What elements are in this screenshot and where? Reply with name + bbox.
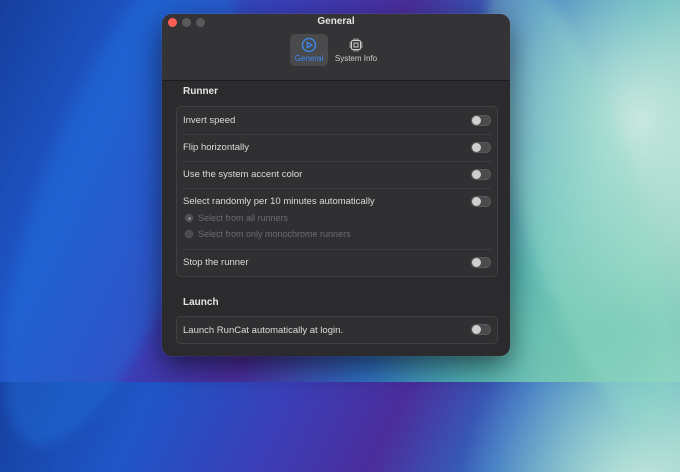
launch-settings-group: Launch RunCat automatically at login.: [176, 316, 498, 344]
radio-monochrome-runners-label: Select from only monochrome runners: [198, 229, 351, 239]
radio-all-runners-label: Select from all runners: [198, 213, 289, 223]
accent-color-label: Use the system accent color: [183, 169, 303, 180]
stop-runner-row: Stop the runner: [177, 249, 497, 276]
tab-system-info[interactable]: System Info: [333, 34, 379, 66]
accent-color-row: Use the system accent color: [177, 161, 497, 188]
runner-settings-group: Invert speed Flip horizontally Use the s…: [176, 106, 498, 277]
launch-at-login-label: Launch RunCat automatically at login.: [183, 325, 344, 336]
tab-general[interactable]: General: [290, 34, 328, 66]
flip-horizontally-toggle[interactable]: [471, 142, 491, 153]
settings-window: General General System Info Runner Inver…: [162, 14, 510, 356]
accent-color-toggle[interactable]: [471, 169, 491, 180]
runner-section-title: Runner: [183, 86, 218, 97]
stop-runner-label: Stop the runner: [183, 257, 249, 268]
random-runner-toggle[interactable]: [471, 196, 491, 207]
tab-general-label: General: [294, 54, 324, 63]
random-runner-row: Select randomly per 10 minutes automatic…: [177, 188, 497, 248]
window-toolbar: General General System Info: [162, 14, 510, 81]
random-runner-label: Select randomly per 10 minutes automatic…: [183, 196, 375, 207]
flip-horizontally-label: Flip horizontally: [183, 142, 249, 153]
radio-button[interactable]: [185, 214, 193, 222]
invert-speed-toggle[interactable]: [471, 115, 491, 126]
tab-system-info-label: System Info: [334, 54, 378, 63]
launch-at-login-row: Launch RunCat automatically at login.: [177, 317, 497, 343]
window-title: General: [317, 16, 355, 27]
stop-runner-toggle[interactable]: [471, 257, 491, 268]
flip-horizontally-row: Flip horizontally: [177, 134, 497, 161]
launch-at-login-toggle[interactable]: [471, 324, 491, 335]
cpu-chip-icon: [349, 38, 363, 52]
speedometer-icon: [301, 37, 317, 53]
invert-speed-label: Invert speed: [183, 115, 236, 126]
invert-speed-row: Invert speed: [177, 107, 497, 134]
radio-button[interactable]: [185, 230, 193, 238]
launch-section-title: Launch: [183, 297, 219, 308]
